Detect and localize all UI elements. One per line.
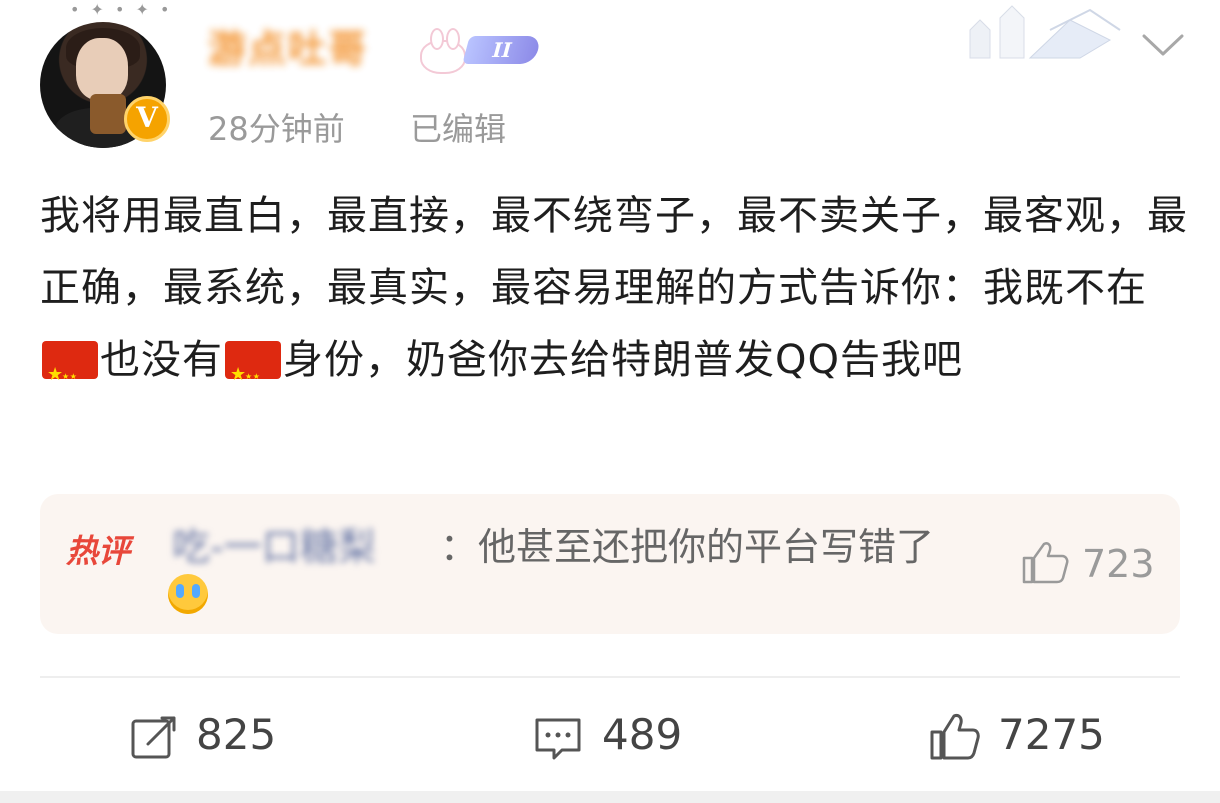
verified-badge-icon: V <box>124 96 170 142</box>
decor-dots: • ✦ • ✦ • <box>70 0 173 19</box>
post-text-part2: 也没有 <box>100 337 223 383</box>
username[interactable]: 游点吐哥 <box>208 18 368 73</box>
comment-count[interactable]: 489 <box>602 710 682 759</box>
castle-decoration-icon <box>969 5 1121 59</box>
like-icon[interactable] <box>928 710 980 762</box>
edited-label[interactable]: 已编辑 <box>410 104 506 150</box>
repost-icon[interactable] <box>128 712 180 764</box>
hot-comment-tag: 热评 <box>66 532 131 570</box>
post-time: 28分钟前 <box>208 110 345 148</box>
china-flag-icon <box>225 339 281 413</box>
bunny-icon <box>420 28 466 74</box>
thumbs-up-icon[interactable] <box>1018 536 1070 588</box>
post-text-part1: 我将用最直白，最直接，最不绕弯子，最不卖关子，最客观，最正确，最系统，最真实，最… <box>40 193 1188 311</box>
commenter-name[interactable]: 吃-一口糖梨 <box>172 516 376 571</box>
crying-emoji-icon <box>168 574 208 614</box>
post-content: 我将用最直白，最直接，最不绕弯子，最不卖关子，最客观，最正确，最系统，最真实，最… <box>40 180 1190 413</box>
chevron-down-icon[interactable] <box>1138 28 1188 64</box>
like-count[interactable]: 7275 <box>998 710 1105 759</box>
china-flag-icon <box>42 339 98 413</box>
repost-count[interactable]: 825 <box>196 710 276 759</box>
post-text-part3: 身份，奶爸你去给特朗普发QQ告我吧 <box>283 337 963 383</box>
hot-comment-text: ：他甚至还把你的平台写错了 <box>440 525 935 569</box>
hot-comment-like-count: 723 <box>1082 542 1155 586</box>
comment-icon[interactable] <box>532 712 584 764</box>
bottom-strip <box>0 791 1220 803</box>
level-badge: II <box>462 36 542 64</box>
divider <box>40 676 1180 678</box>
